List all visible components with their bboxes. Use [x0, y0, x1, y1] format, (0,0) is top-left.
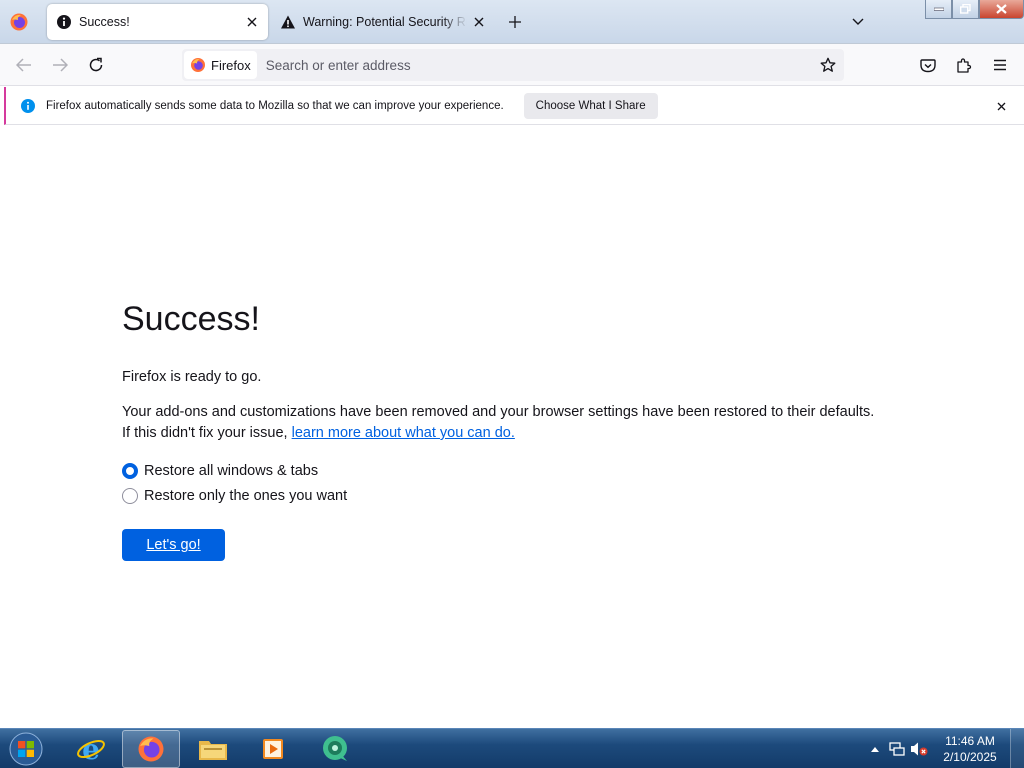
- close-tab-icon[interactable]: [467, 10, 491, 34]
- internet-explorer-taskbar-button[interactable]: e: [62, 730, 120, 768]
- reload-button[interactable]: [82, 52, 110, 78]
- ready-text: Firefox is ready to go.: [122, 369, 262, 385]
- info-icon: [57, 15, 71, 29]
- info-icon: [21, 98, 35, 113]
- file-explorer-taskbar-button[interactable]: [184, 730, 242, 768]
- chevron-up-icon: [871, 747, 879, 752]
- tab-title: Warning: Potential Security Risk Ahead: [303, 15, 467, 29]
- clock-time: 11:46 AM: [945, 734, 995, 748]
- bookmark-star-button[interactable]: [816, 53, 840, 77]
- windows-taskbar: e 11:46 AM 2/10/2025: [0, 728, 1024, 768]
- forward-button[interactable]: [46, 52, 74, 78]
- reset-success-page: Success! Firefox is ready to go. Your ad…: [122, 296, 922, 561]
- page-title: Success!: [122, 300, 260, 338]
- chevron-down-icon: [852, 18, 864, 25]
- close-tab-icon[interactable]: [240, 10, 264, 34]
- minimize-button[interactable]: [925, 0, 952, 19]
- restore-all-option[interactable]: Restore all windows & tabs: [122, 458, 922, 483]
- network-icon: [889, 742, 905, 756]
- lets-go-button[interactable]: Let's go!: [122, 529, 225, 561]
- pocket-icon: [920, 58, 936, 72]
- reset-description: Your add-ons and customizations have bee…: [122, 402, 922, 444]
- new-tab-button[interactable]: [503, 10, 527, 34]
- list-all-tabs-button[interactable]: [846, 10, 870, 34]
- app-menu-button[interactable]: [986, 52, 1014, 78]
- back-button[interactable]: [10, 52, 38, 78]
- puzzle-icon: [957, 58, 972, 73]
- data-reporting-notification: Firefox automatically sends some data to…: [4, 87, 1024, 125]
- tab-success[interactable]: Success!: [47, 4, 268, 40]
- window-controls: [925, 0, 1024, 19]
- plus-icon: [509, 16, 521, 28]
- close-icon: [996, 4, 1007, 14]
- restore-button[interactable]: [952, 0, 979, 19]
- volume-tray-button[interactable]: [908, 738, 930, 760]
- help-prefix: If this didn't fix your issue,: [122, 425, 292, 441]
- radio-label: Restore only the ones you want: [144, 487, 348, 504]
- windows-start-icon: [9, 732, 43, 766]
- restore-selected-option[interactable]: Restore only the ones you want: [122, 483, 922, 508]
- reload-icon: [89, 57, 103, 72]
- notification-message: Firefox automatically sends some data to…: [46, 99, 504, 112]
- tab-strip: Success! Warning: Potential Security Ris…: [0, 0, 1024, 44]
- svg-text:e: e: [82, 734, 100, 764]
- reset-text: Your add-ons and customizations have bee…: [122, 404, 875, 420]
- choose-what-i-share-button[interactable]: Choose What I Share: [523, 92, 658, 119]
- close-icon: [997, 102, 1005, 110]
- media-player-icon: [263, 739, 283, 759]
- media-player-taskbar-button[interactable]: [244, 730, 302, 768]
- arrow-left-icon: [16, 58, 31, 72]
- firefox-icon: [138, 736, 164, 762]
- radio-unchecked-icon[interactable]: [122, 487, 138, 504]
- show-hidden-icons-button[interactable]: [864, 738, 886, 760]
- star-icon: [820, 57, 836, 72]
- clock-date: 2/10/2025: [943, 750, 997, 764]
- minimize-icon: [933, 7, 944, 11]
- file-explorer-icon: [199, 741, 227, 760]
- hamburger-menu-icon: [994, 59, 1006, 71]
- pocket-button[interactable]: [914, 52, 942, 78]
- chat-app-icon: [323, 736, 347, 761]
- close-notification-button[interactable]: [992, 97, 1010, 115]
- firefox-logo-icon[interactable]: [9, 12, 29, 32]
- close-window-button[interactable]: [979, 0, 1024, 19]
- chat-app-taskbar-button[interactable]: [306, 730, 364, 768]
- system-tray: 11:46 AM 2/10/2025: [864, 729, 1024, 768]
- tab-warning[interactable]: Warning: Potential Security Risk Ahead: [271, 4, 495, 40]
- show-desktop-button[interactable]: [1010, 729, 1024, 768]
- radio-label: Restore all windows & tabs: [144, 462, 319, 479]
- internet-explorer-icon: e: [77, 734, 105, 764]
- navigation-toolbar: Firefox: [0, 44, 1024, 86]
- firefox-taskbar-button[interactable]: [122, 730, 180, 768]
- arrow-right-icon: [53, 58, 68, 72]
- network-tray-button[interactable]: [886, 738, 908, 760]
- identity-box[interactable]: Firefox: [184, 51, 257, 79]
- learn-more-link[interactable]: learn more about what you can do.: [292, 425, 515, 441]
- volume-muted-icon: [911, 742, 928, 756]
- system-clock[interactable]: 11:46 AM 2/10/2025: [930, 733, 1010, 765]
- url-input[interactable]: [265, 57, 786, 73]
- identity-label: Firefox: [211, 57, 251, 73]
- address-bar[interactable]: Firefox: [182, 49, 844, 81]
- warning-icon: [281, 15, 295, 29]
- radio-checked-icon[interactable]: [122, 462, 138, 479]
- restore-icon: [960, 4, 971, 14]
- extensions-button[interactable]: [950, 52, 978, 78]
- tab-title: Success!: [79, 15, 130, 29]
- start-button[interactable]: [6, 730, 46, 768]
- firefox-logo-icon: [191, 58, 205, 72]
